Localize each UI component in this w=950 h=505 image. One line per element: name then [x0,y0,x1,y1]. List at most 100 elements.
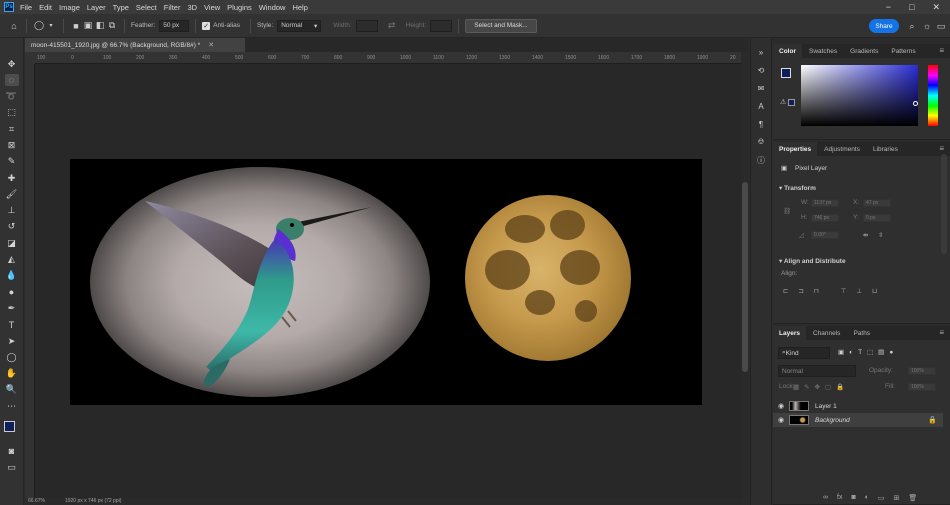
lasso-icon[interactable]: ➰ [5,91,19,103]
document-image[interactable] [70,159,702,405]
minimize-button[interactable]: − [886,2,891,13]
pen-icon[interactable]: ✒ [5,302,19,314]
new-selection-icon[interactable]: ■ [70,20,82,32]
tab-properties[interactable]: Properties [773,142,818,156]
character-icon[interactable]: A [755,100,767,112]
learn-icon[interactable]: ☼ [921,20,933,32]
share-button[interactable]: Share [869,19,899,33]
color-picker-marker[interactable] [913,101,918,106]
tab-layers[interactable]: Layers [773,326,806,340]
quick-mask-icon[interactable]: ◙ [5,445,19,457]
antialias-checkbox[interactable]: ✓ [202,21,211,30]
glyphs-icon[interactable]: ⎊ [755,136,767,148]
brush-icon[interactable]: 🖌 [5,188,19,200]
dodge-icon[interactable]: ● [5,286,19,298]
search-icon[interactable]: ⌕ [906,20,918,32]
intersect-selection-icon[interactable]: ⧉ [106,20,118,32]
history-icon[interactable]: ⟲ [755,64,767,76]
shape-icon[interactable]: ◯ [5,351,19,363]
hue-slider[interactable] [928,65,938,126]
move-icon[interactable]: ✥ [5,58,19,70]
fx-icon[interactable]: fx [837,494,842,502]
hand-icon[interactable]: ✋ [5,368,19,380]
tab-color[interactable]: Color [773,44,802,58]
tab-channels[interactable]: Channels [807,326,846,340]
foreground-color-swatch[interactable] [3,420,15,432]
vertical-scrollbar[interactable] [741,52,749,498]
collapse-icon[interactable]: » [755,46,767,58]
workspace-icon[interactable]: ▭ [935,20,947,32]
add-selection-icon[interactable]: ▣ [82,20,94,32]
panel-menu-icon[interactable]: ≡ [939,144,944,153]
trash-icon[interactable]: 🗑 [908,494,917,502]
layer-row[interactable]: ◉ Layer 1 [773,399,943,413]
height-field[interactable]: 746 px [811,214,839,222]
style-select[interactable]: Normal ▾ [277,19,322,32]
adjustment-icon[interactable]: ◐ [865,494,869,502]
tab-patterns[interactable]: Patterns [885,44,921,58]
lock-icons[interactable]: ▦✎✥▢🔒 [793,383,849,391]
close-icon[interactable]: ✕ [208,41,214,49]
align-header[interactable]: ▾ Align and Distribute [779,257,846,265]
gamut-swatch[interactable] [788,99,795,106]
scrollbar-thumb[interactable] [742,182,748,372]
menu-edit[interactable]: Edit [39,3,52,12]
maximize-button[interactable]: □ [909,2,914,13]
eyedropper-icon[interactable]: ✎ [5,156,19,168]
color-swatches[interactable] [3,420,20,437]
fill-field[interactable]: 100% [908,383,936,391]
menu-file[interactable]: File [20,3,32,12]
group-icon[interactable]: ▭ [878,494,885,502]
menu-select[interactable]: Select [136,3,157,12]
tab-swatches[interactable]: Swatches [803,44,843,58]
crop-icon[interactable]: ⌗ [5,123,19,135]
marquee-icon[interactable]: ◌ [4,74,19,87]
tab-paths[interactable]: Paths [847,326,876,340]
zoom-icon[interactable]: 🔍 [5,384,19,396]
flip-vertical-icon[interactable]: ⇳ [878,231,883,239]
menu-image[interactable]: Image [59,3,80,12]
color-picker-field[interactable] [801,65,918,126]
marquee-preset-icon[interactable]: ◯ [33,20,45,32]
filter-icons[interactable]: ▣◐T⬚▤● [838,348,898,356]
blur-icon[interactable]: 💧 [5,270,19,282]
path-select-icon[interactable]: ➤ [5,335,19,347]
y-field[interactable]: 0 px [863,214,891,222]
opacity-field[interactable]: 100% [908,367,936,375]
menu-filter[interactable]: Filter [164,3,181,12]
type-icon[interactable]: T [5,319,19,331]
foreground-color-swatch[interactable] [781,68,791,78]
align-buttons[interactable]: ⊏⊐⊓ ⊤⊥⊔ [783,287,887,295]
layer-row[interactable]: ◉ Background 🔒 [773,413,943,427]
bucket-icon[interactable]: ◭ [5,254,19,266]
transform-header[interactable]: ▾ Transform [779,184,816,192]
chevron-down-icon[interactable]: ▾ [45,20,57,32]
feather-input[interactable]: 50 px [159,19,190,32]
healing-icon[interactable]: ✚ [5,172,19,184]
menu-view[interactable]: View [204,3,220,12]
filter-kind-select[interactable]: ⌕ Kind [778,347,830,359]
menu-plugins[interactable]: Plugins [227,3,252,12]
menu-layer[interactable]: Layer [87,3,106,12]
link-layers-icon[interactable]: ∞ [823,494,828,502]
zoom-level[interactable]: 66.67% [28,498,45,505]
link-icon[interactable]: ⛓ [783,207,791,215]
info-icon[interactable]: ⓘ [755,154,767,166]
height-input[interactable] [430,19,453,32]
frame-icon[interactable]: ⊠ [5,139,19,151]
history-brush-icon[interactable]: ↺ [5,221,19,233]
object-select-icon[interactable]: ⬚ [5,107,19,119]
new-layer-icon[interactable]: ⊞ [894,494,900,502]
comment-icon[interactable]: ✉ [755,82,767,94]
panel-menu-icon[interactable]: ≡ [939,46,944,55]
width-input[interactable] [355,19,378,32]
menu-type[interactable]: Type [113,3,129,12]
eye-icon[interactable]: ◉ [773,416,789,424]
stamp-icon[interactable]: ⊥ [5,205,19,217]
menu-window[interactable]: Window [259,3,286,12]
paragraph-icon[interactable]: ¶ [755,118,767,130]
tab-libraries[interactable]: Libraries [867,142,904,156]
flip-horizontal-icon[interactable]: ⇹ [863,231,868,239]
menu-help[interactable]: Help [292,3,307,12]
eye-icon[interactable]: ◉ [773,402,789,410]
